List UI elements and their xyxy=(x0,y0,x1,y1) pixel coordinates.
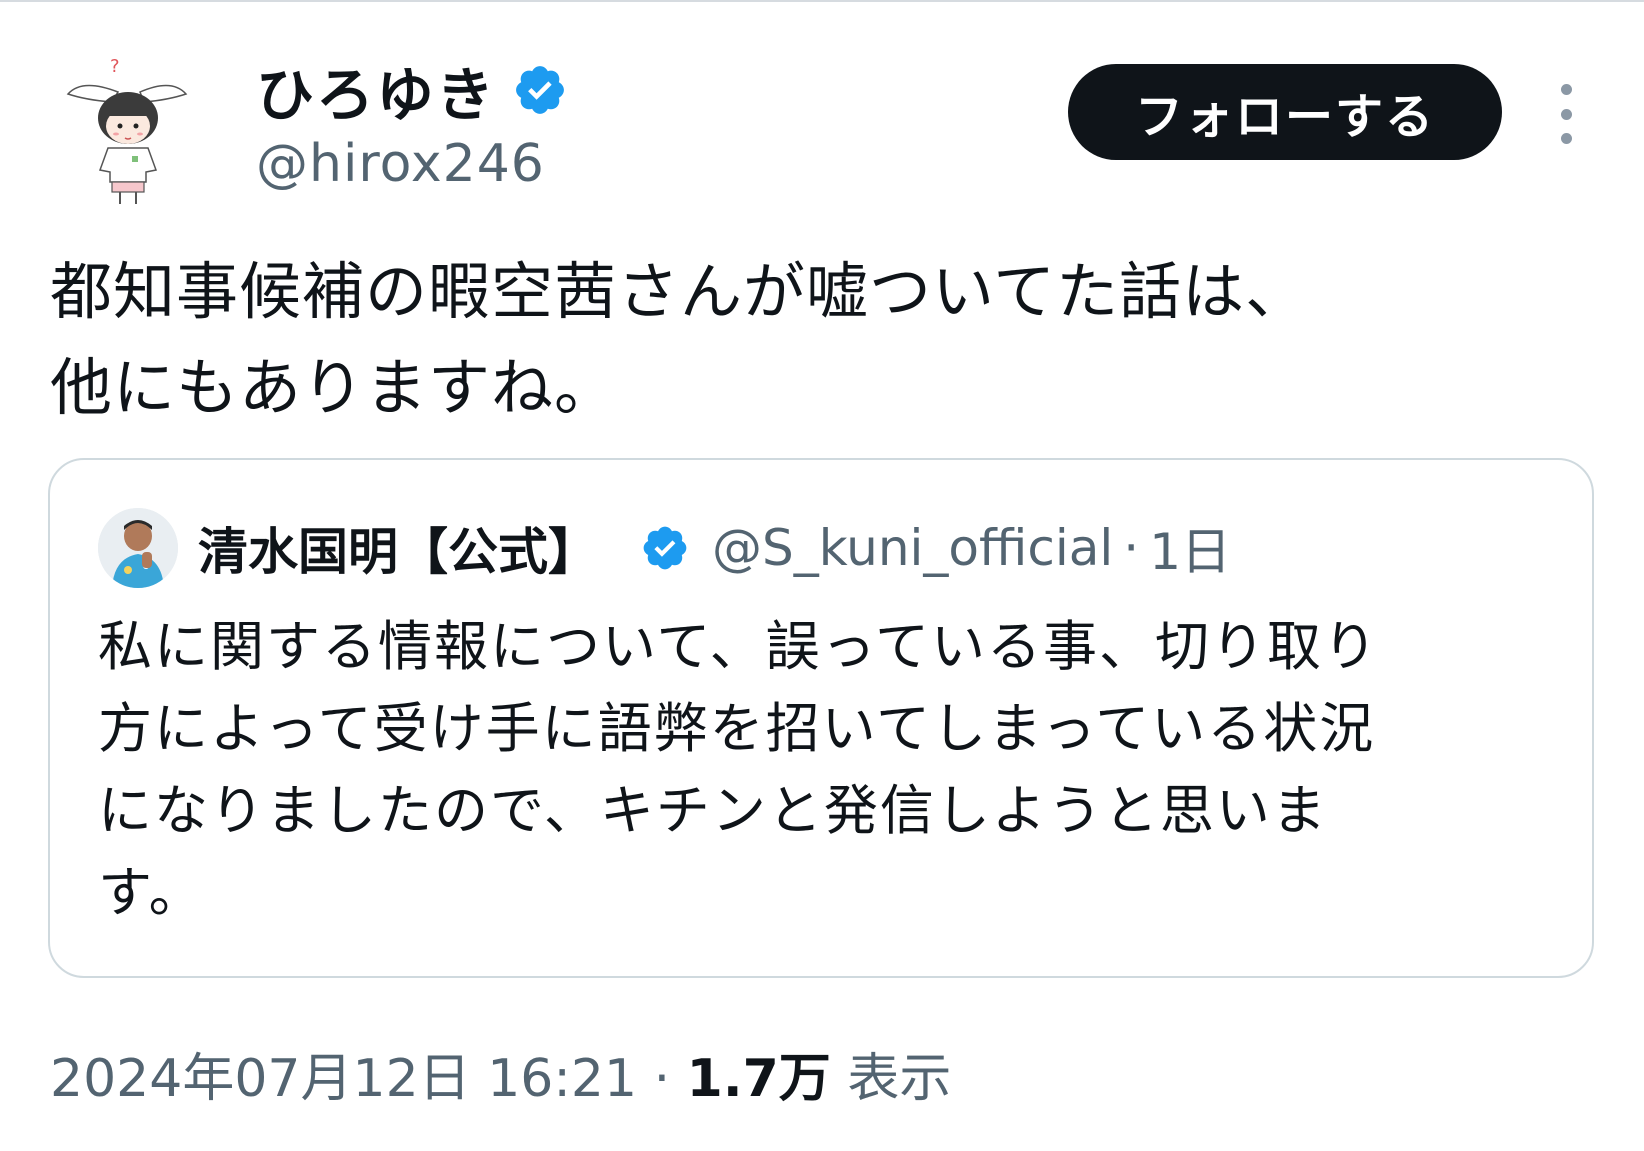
quoted-tweet-card[interactable]: 清水国明【公式】 @S_kuni_official · 1日 私に関する情報につ… xyxy=(48,458,1594,978)
quoted-text-line: になりましたので、キチンと発信しようと思いま xyxy=(98,779,1328,842)
author-name-row: ひろゆき xyxy=(256,52,568,129)
author-avatar[interactable]: ? xyxy=(62,48,192,208)
verified-badge-icon[interactable] xyxy=(512,62,568,118)
svg-text:?: ? xyxy=(110,56,120,77)
quoted-text-line: 私に関する情報について、誤っている事、切り取り xyxy=(98,615,1379,678)
quoted-text-line: す。 xyxy=(98,861,205,924)
quoted-verified-badge-icon xyxy=(640,523,690,573)
more-dot xyxy=(1560,108,1572,120)
author-handle[interactable]: @hirox246 xyxy=(256,134,568,194)
quoted-timestamp[interactable]: 1日 xyxy=(1149,512,1231,584)
quoted-author-avatar[interactable] xyxy=(98,508,178,588)
meta-separator: · xyxy=(653,1049,671,1109)
author-avatar-illustration: ? xyxy=(66,56,188,204)
top-divider xyxy=(0,0,1644,2)
tweet-timestamp[interactable]: 2024年07月12日 16:21 xyxy=(50,1049,637,1109)
follow-button[interactable]: フォローする xyxy=(1068,64,1502,160)
more-dot xyxy=(1560,133,1572,144)
quoted-author-handle[interactable]: @S_kuni_official xyxy=(712,519,1113,577)
quoted-text-line: 方によって受け手に語弊を招いてしまっている状況 xyxy=(98,697,1376,760)
quoted-tweet-text: 私に関する情報について、誤っている事、切り取り 方によって受け手に語弊を招いてし… xyxy=(98,606,1558,934)
quoted-author-avatar-photo xyxy=(98,508,178,588)
views-label: 表示 xyxy=(847,1049,952,1109)
tweet-text-line: 都知事候補の暇空茜さんが嘘ついてた話は、 xyxy=(50,255,1309,328)
more-dot xyxy=(1560,84,1572,95)
tweet-meta: 2024年07月12日 16:21 · 1.7万 表示 xyxy=(50,1036,951,1111)
quoted-tweet-header: 清水国明【公式】 @S_kuni_official · 1日 xyxy=(98,506,1231,590)
tweet-text: 都知事候補の暇空茜さんが嘘ついてた話は、 他にもありますね。 xyxy=(50,244,1570,436)
quoted-author-name[interactable]: 清水国明【公式】 xyxy=(198,512,598,584)
more-options-icon[interactable] xyxy=(1540,84,1592,144)
tweet-text-line: 他にもありますね。 xyxy=(50,351,618,424)
quoted-separator: · xyxy=(1123,519,1140,577)
views-count: 1.7万 xyxy=(686,1049,831,1109)
author-name[interactable]: ひろゆき xyxy=(256,48,496,132)
author-block: ひろゆき @hirox246 xyxy=(256,52,568,194)
